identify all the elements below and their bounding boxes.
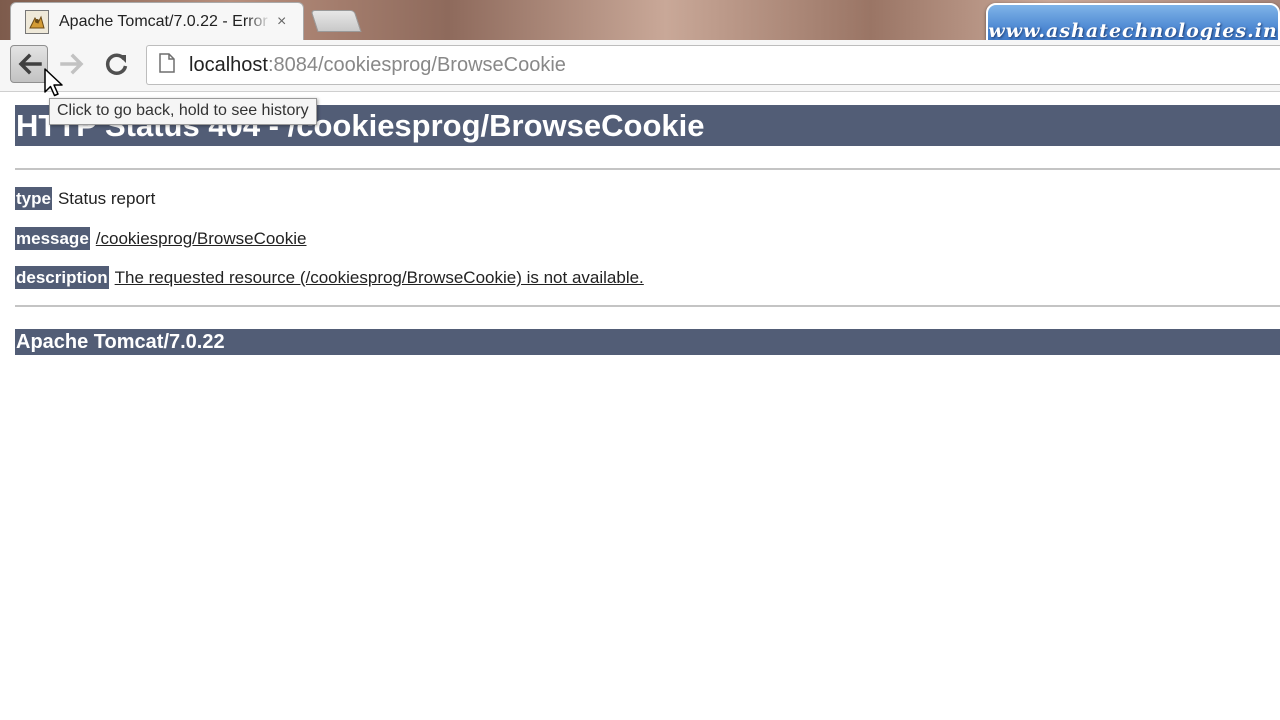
back-arrow-icon xyxy=(18,53,42,75)
back-button-tooltip: Click to go back, hold to see history xyxy=(49,98,317,125)
description-label: description xyxy=(15,266,109,289)
window-titlebar: Apache Tomcat/7.0.22 - Error report × ww… xyxy=(0,0,1280,59)
reload-button[interactable] xyxy=(98,45,136,83)
browser-tab[interactable]: Apache Tomcat/7.0.22 - Error report × xyxy=(10,2,304,40)
browser-toolbar: localhost :8084/cookiesprog/BrowseCookie xyxy=(0,40,1280,92)
type-label: type xyxy=(15,187,52,210)
tomcat-icon xyxy=(25,9,49,34)
message-label: message xyxy=(15,227,90,250)
back-button[interactable] xyxy=(10,45,48,83)
tab-title: Apache Tomcat/7.0.22 - Error report xyxy=(59,12,271,30)
url-host: localhost xyxy=(189,53,268,76)
server-footer: Apache Tomcat/7.0.22 xyxy=(15,329,1280,355)
reload-icon xyxy=(105,53,128,75)
mouse-cursor-icon xyxy=(44,68,63,97)
type-value: Status report xyxy=(57,189,156,208)
page-icon xyxy=(159,52,175,78)
description-value: The requested resource (/cookiesprog/Bro… xyxy=(114,268,644,287)
type-row: type Status report xyxy=(15,187,155,210)
brand-text: www.ashatechnologies.in xyxy=(988,20,1278,42)
new-tab-button[interactable] xyxy=(310,10,362,32)
message-value: /cookiesprog/BrowseCookie xyxy=(95,229,307,248)
address-bar[interactable]: localhost :8084/cookiesprog/BrowseCookie xyxy=(146,45,1280,85)
url-path: :8084/cookiesprog/BrowseCookie xyxy=(267,53,566,76)
divider xyxy=(15,305,1280,307)
description-row: description The requested resource (/coo… xyxy=(15,266,644,289)
divider xyxy=(15,168,1280,170)
tab-close-icon[interactable]: × xyxy=(277,13,286,31)
message-row: message /cookiesprog/BrowseCookie xyxy=(15,227,307,250)
